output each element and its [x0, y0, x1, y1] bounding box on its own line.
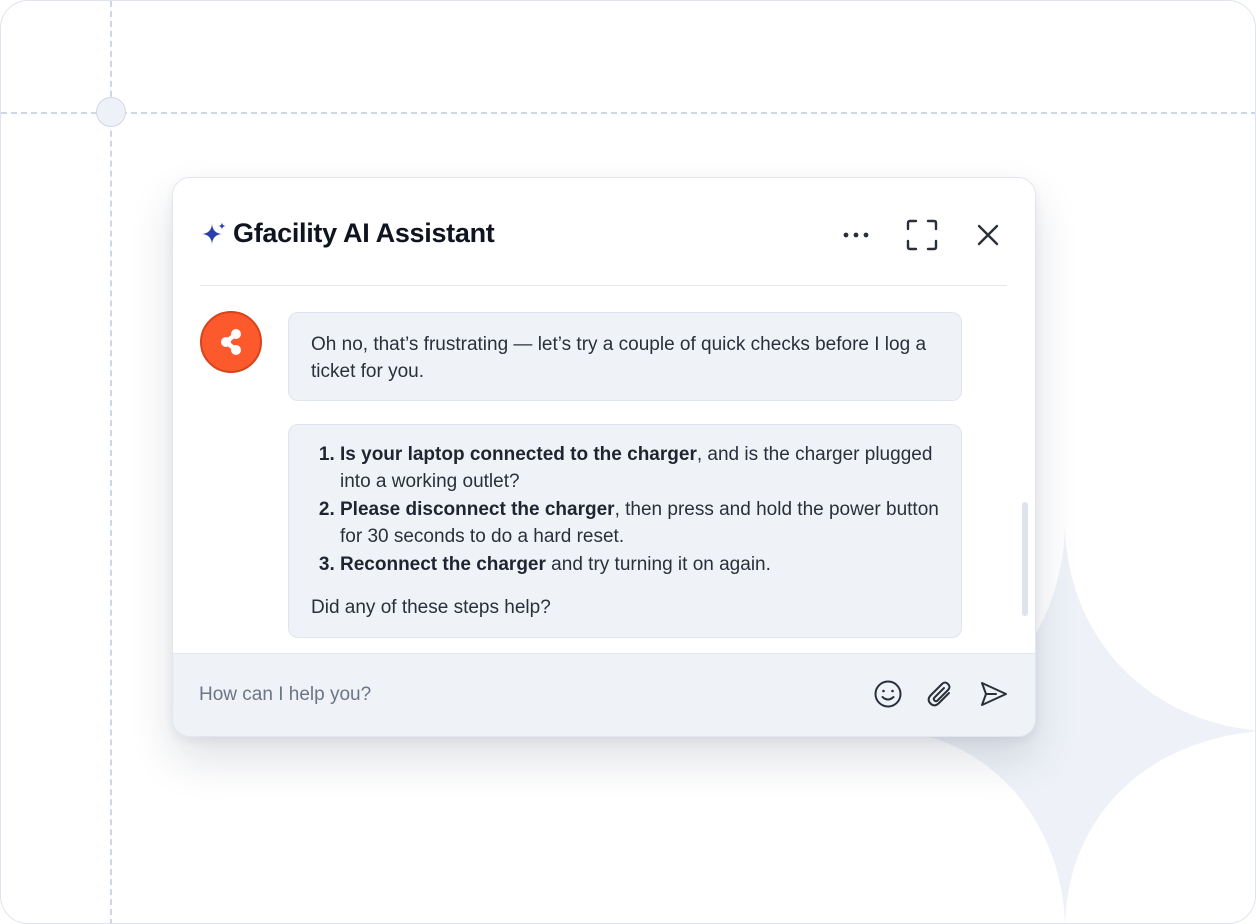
message-text: Oh no, that’s frustrating — let’s try a … [311, 334, 927, 382]
title-group: Gfacility AI Assistant [201, 218, 495, 249]
guide-node [96, 97, 126, 127]
chat-header: Gfacility AI Assistant [201, 208, 1007, 264]
header-divider [200, 285, 1007, 286]
composer-bar [173, 653, 1035, 736]
close-icon [977, 224, 999, 246]
scrollbar[interactable] [1022, 502, 1028, 616]
sparkle-icon [201, 221, 226, 245]
list-item: Reconnect the charger and try turning it… [340, 551, 939, 578]
assistant-avatar [200, 311, 262, 373]
step-bold-text: Please disconnect the charger [340, 499, 615, 520]
send-button[interactable] [976, 676, 1012, 712]
assistant-message: Oh no, that’s frustrating — let’s try a … [288, 312, 962, 401]
chat-widget: Gfacility AI Assistant Oh no, that’s fru… [172, 177, 1036, 737]
steps-list: Is your laptop connected to the charger,… [311, 441, 939, 578]
emoji-button[interactable] [870, 676, 906, 712]
message-input[interactable] [197, 677, 821, 713]
expand-icon [906, 219, 938, 251]
send-icon [981, 682, 1007, 706]
list-item: Is your laptop connected to the charger,… [340, 441, 939, 495]
step-bold-text: Reconnect the charger [340, 554, 546, 575]
list-item: Please disconnect the charger, then pres… [340, 496, 939, 550]
close-button[interactable] [971, 218, 1005, 252]
chat-title: Gfacility AI Assistant [233, 218, 495, 248]
expand-button[interactable] [905, 218, 939, 252]
smiley-icon [874, 680, 902, 708]
paperclip-icon [927, 681, 951, 707]
attach-button[interactable] [922, 676, 958, 712]
assistant-message-steps: Is your laptop connected to the charger,… [288, 424, 962, 638]
step-bold-text: Is your laptop connected to the charger [340, 444, 697, 465]
step-text: and try turning it on again. [545, 554, 771, 575]
share-nodes-icon [221, 329, 241, 355]
follow-up-question: Did any of these steps help? [311, 597, 551, 618]
guide-line-vertical [110, 1, 112, 923]
guide-line-horizontal [1, 112, 1255, 114]
more-horizontal-icon [843, 232, 869, 238]
more-options-button[interactable] [839, 218, 873, 252]
